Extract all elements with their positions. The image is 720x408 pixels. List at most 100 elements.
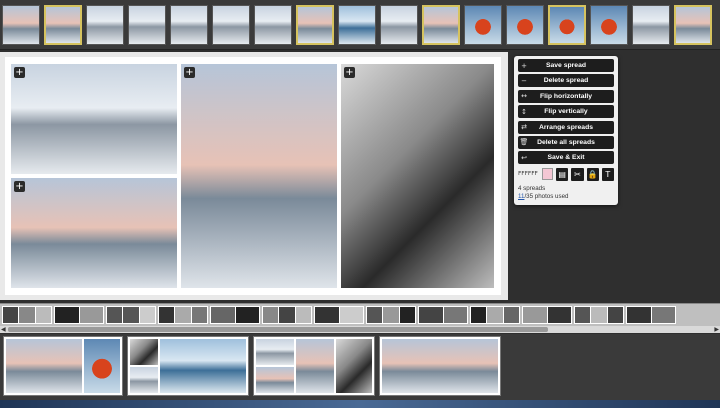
layout-thumbs (2, 306, 676, 324)
layout-cell (383, 307, 399, 323)
color-swatch[interactable] (541, 168, 554, 181)
layout-cell (235, 307, 259, 323)
photo-thumb[interactable] (128, 4, 166, 45)
layout-cell (79, 307, 103, 323)
photo-thumb[interactable] (44, 4, 82, 45)
photo-thumb[interactable] (464, 4, 502, 45)
add-photo-icon[interactable]: + (344, 67, 355, 78)
layout-cell (651, 307, 675, 323)
arrange-spreads-button[interactable]: ⇄ Arrange spreads (518, 120, 614, 134)
photo-slot[interactable]: + (181, 64, 337, 288)
thumb-photo (382, 339, 498, 393)
photo-slot[interactable]: + (11, 178, 177, 288)
layout-cell (175, 307, 191, 323)
add-photo-icon[interactable]: + (14, 67, 25, 78)
layout-cell (107, 307, 123, 323)
add-photo-icon[interactable]: + (14, 181, 25, 192)
photo-slot[interactable]: + (11, 64, 177, 174)
layout-thumb[interactable] (2, 306, 52, 324)
save-spread-button[interactable]: + Save spread (518, 59, 614, 72)
exit-icon: ↩ (521, 153, 527, 162)
photo-thumb[interactable] (296, 4, 334, 45)
layout-thumb[interactable] (470, 306, 520, 324)
photo-thumb[interactable] (254, 4, 292, 45)
layout-cell (211, 307, 235, 323)
layout-cell (419, 307, 443, 323)
spread-menu: + Save spread − Delete spread ↔ Flip horizo… (514, 56, 618, 206)
layout-cell (315, 307, 339, 323)
spreads-panel (0, 334, 720, 408)
spread-thumb[interactable] (3, 336, 123, 396)
spread-thumb[interactable] (127, 336, 249, 396)
scroll-left-icon[interactable]: ◀ (1, 326, 6, 333)
layout-thumb[interactable] (262, 306, 312, 324)
thumb-photo (256, 339, 294, 365)
thumb-photo (84, 339, 120, 393)
photo-thumb[interactable] (380, 4, 418, 45)
photo-thumb[interactable] (170, 4, 208, 45)
layout-cell (443, 307, 467, 323)
layout-cell (123, 307, 139, 323)
desktop-background (0, 400, 720, 408)
photo-thumb[interactable] (86, 4, 124, 45)
layout-thumb[interactable] (210, 306, 260, 324)
layout-thumb[interactable] (418, 306, 468, 324)
spread-thumb[interactable] (253, 336, 375, 396)
photo-thumb[interactable] (590, 4, 628, 45)
layout-thumb[interactable] (54, 306, 104, 324)
layout-icon[interactable]: ▤ (556, 167, 569, 181)
delete-all-spreads-button[interactable]: 🗑 Delete all spreads (518, 135, 614, 149)
horizontal-scrollbar[interactable]: ◀ ▶ (0, 326, 720, 333)
minus-icon: − (521, 76, 527, 85)
photo-thumb[interactable] (674, 4, 712, 45)
photo-thumb[interactable] (338, 4, 376, 45)
layout-cell (263, 307, 279, 323)
layout-thumb[interactable] (626, 306, 676, 324)
color-hex-input[interactable]: FFFFFF (518, 171, 539, 177)
layout-cell (607, 307, 623, 323)
scrollbar-thumb[interactable] (8, 327, 548, 332)
layout-cell (19, 307, 35, 323)
photo-slot[interactable]: + (341, 64, 494, 288)
layout-thumb[interactable] (158, 306, 208, 324)
layout-thumb[interactable] (574, 306, 624, 324)
photo-thumb[interactable] (506, 4, 544, 45)
save-exit-button[interactable]: ↩ Save & Exit (518, 151, 614, 165)
layout-cell (627, 307, 651, 323)
thumb-photo (130, 367, 158, 393)
photo-thumb[interactable] (212, 4, 250, 45)
add-photo-icon[interactable]: + (184, 67, 195, 78)
layout-cell (591, 307, 607, 323)
side-panel: + Save spread − Delete spread ↔ Flip horizo… (508, 52, 720, 300)
lock-icon[interactable]: 🔒 (586, 167, 599, 181)
layout-cell (3, 307, 19, 323)
scissors-icon[interactable]: ✂ (571, 167, 584, 181)
layout-thumb[interactable] (522, 306, 572, 324)
flip-vertically-button[interactable]: ↕ Flip vertically (518, 105, 614, 119)
layout-thumb[interactable] (366, 306, 416, 324)
layout-cell (575, 307, 591, 323)
layout-cell (399, 307, 415, 323)
layout-strip: ◀ ▶ (0, 303, 720, 333)
photo-thumb[interactable] (632, 4, 670, 45)
photo-thumb[interactable] (548, 4, 586, 45)
flip-vertical-icon: ↕ (521, 107, 527, 116)
photo-thumb[interactable] (422, 4, 460, 45)
spread-thumb[interactable] (379, 336, 501, 396)
layout-thumb[interactable] (106, 306, 156, 324)
layout-cell (295, 307, 311, 323)
layout-thumb[interactable] (314, 306, 364, 324)
layout-cell (191, 307, 207, 323)
flip-horizontal-icon: ↔ (521, 92, 527, 101)
thumb-photo (336, 339, 372, 393)
photo-thumb[interactable] (2, 4, 40, 45)
text-icon[interactable]: T (601, 167, 614, 181)
thumb-photo (256, 367, 294, 393)
layout-cell (471, 307, 487, 323)
spread-canvas: + + + + (0, 52, 508, 300)
scroll-right-icon[interactable]: ▶ (714, 326, 719, 333)
delete-spread-button[interactable]: − Delete spread (518, 74, 614, 88)
flip-horizontally-button[interactable]: ↔ Flip horizontally (518, 89, 614, 103)
spread-page: + + + + (5, 57, 501, 295)
thumb-photo (6, 339, 82, 393)
